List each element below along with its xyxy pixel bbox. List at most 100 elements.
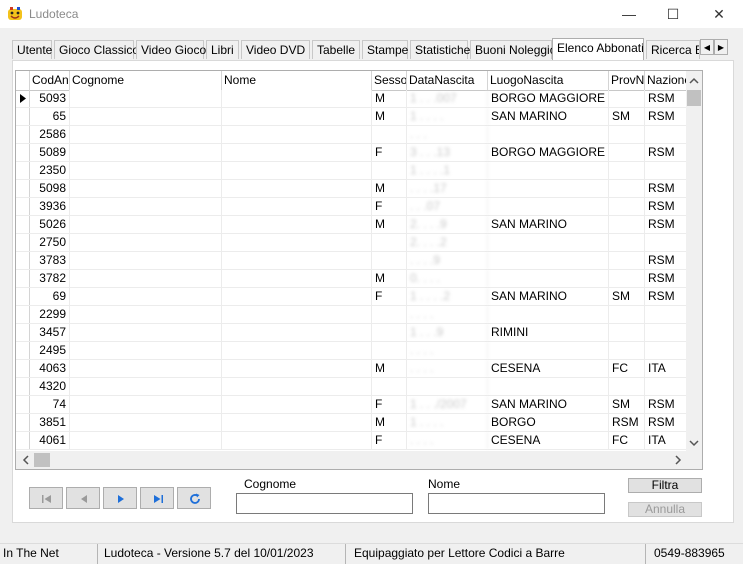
row-selector[interactable] (16, 270, 30, 287)
cell-provn[interactable] (609, 378, 645, 395)
header-codana[interactable]: CodAna (30, 71, 70, 90)
table-row[interactable]: 2495 . . . . (16, 342, 688, 360)
cell-cognome-redacted[interactable] (70, 360, 222, 377)
cell-cognome-redacted[interactable] (70, 432, 222, 449)
cell-codana[interactable]: 3783 (30, 252, 70, 269)
cell-provn[interactable]: FC (609, 432, 645, 449)
cell-nome-redacted[interactable] (222, 144, 372, 161)
tab-ricerca[interactable]: Ricerca E (646, 40, 700, 59)
cell-sesso[interactable]: M (372, 90, 407, 107)
table-row[interactable]: 65 M 1 . . . . SAN MARINO SM RSM (16, 108, 688, 126)
cell-nazione[interactable]: RSM (645, 216, 688, 233)
cell-nazione[interactable]: RSM (645, 180, 688, 197)
cell-codana[interactable]: 2495 (30, 342, 70, 359)
cell-datanascita[interactable]: 3 . . .13 (407, 144, 488, 161)
cell-datanascita[interactable]: . . . . (407, 306, 488, 323)
cell-luogonascita[interactable] (488, 270, 609, 287)
cell-nome-redacted[interactable] (222, 378, 372, 395)
row-selector[interactable] (16, 288, 30, 305)
tab-utente[interactable]: Utente (12, 40, 52, 59)
cell-provn[interactable] (609, 306, 645, 323)
cell-datanascita[interactable]: 1 . . . . (407, 414, 488, 431)
cell-provn[interactable]: RSM (609, 414, 645, 431)
row-selector[interactable] (16, 378, 30, 395)
cell-cognome-redacted[interactable] (70, 162, 222, 179)
cell-datanascita[interactable]: 1 . . ./2007 (407, 396, 488, 413)
header-datanascita[interactable]: DataNascita (407, 71, 488, 90)
cell-provn[interactable] (609, 90, 645, 107)
cell-nome-redacted[interactable] (222, 324, 372, 341)
subscribers-grid[interactable]: CodAna Cognome Nome Sesso DataNascita Lu… (15, 70, 703, 470)
cell-nome-redacted[interactable] (222, 360, 372, 377)
filtra-button[interactable]: Filtra (628, 478, 702, 493)
tab-libri[interactable]: Libri (206, 40, 239, 59)
cell-luogonascita[interactable] (488, 306, 609, 323)
cell-sesso[interactable]: F (372, 396, 407, 413)
cell-cognome-redacted[interactable] (70, 90, 222, 107)
cell-cognome-redacted[interactable] (70, 414, 222, 431)
row-selector[interactable] (16, 324, 30, 341)
cell-provn[interactable]: SM (609, 288, 645, 305)
cell-codana[interactable]: 65 (30, 108, 70, 125)
tab-elenco-abbonati[interactable]: Elenco Abbonati (552, 38, 644, 60)
tab-scroll-right-icon[interactable]: ▶ (714, 39, 728, 55)
cell-cognome-redacted[interactable] (70, 270, 222, 287)
cell-codana[interactable]: 5093 (30, 90, 70, 107)
cell-cognome-redacted[interactable] (70, 306, 222, 323)
row-selector[interactable] (16, 360, 30, 377)
cell-nome-redacted[interactable] (222, 252, 372, 269)
cell-luogonascita[interactable]: SAN MARINO (488, 396, 609, 413)
first-record-button[interactable] (29, 487, 63, 509)
tab-scroll-left-icon[interactable]: ◀ (700, 39, 714, 55)
vertical-scrollbar[interactable] (686, 71, 702, 451)
cell-luogonascita[interactable]: CESENA (488, 432, 609, 449)
row-selector[interactable] (16, 432, 30, 449)
tab-gioco-classico[interactable]: Gioco Classico (54, 40, 139, 59)
table-row[interactable]: 2299 . . . . (16, 306, 688, 324)
table-row[interactable]: 5089 F 3 . . .13 BORGO MAGGIORE RSM (16, 144, 688, 162)
cognome-input[interactable] (236, 493, 413, 514)
cell-nome-redacted[interactable] (222, 162, 372, 179)
cell-nome-redacted[interactable] (222, 306, 372, 323)
cell-sesso[interactable] (372, 162, 407, 179)
row-selector[interactable] (16, 414, 30, 431)
cell-datanascita[interactable]: 2. . . .2 (407, 234, 488, 251)
cell-luogonascita[interactable] (488, 198, 609, 215)
cell-codana[interactable]: 2586 (30, 126, 70, 143)
cell-sesso[interactable] (372, 252, 407, 269)
cell-luogonascita[interactable] (488, 378, 609, 395)
cell-sesso[interactable]: M (372, 360, 407, 377)
cell-codana[interactable]: 3936 (30, 198, 70, 215)
cell-datanascita[interactable] (407, 378, 488, 395)
cell-nazione[interactable]: RSM (645, 198, 688, 215)
table-row[interactable]: 5098 M. . . .17 RSM (16, 180, 688, 198)
cell-nome-redacted[interactable] (222, 396, 372, 413)
current-row-indicator-icon[interactable] (16, 90, 30, 107)
cell-datanascita[interactable]: 1 . . . . (407, 108, 488, 125)
cell-provn[interactable] (609, 342, 645, 359)
cell-codana[interactable]: 4320 (30, 378, 70, 395)
cell-nazione[interactable]: RSM (645, 396, 688, 413)
cell-nazione[interactable]: RSM (645, 270, 688, 287)
cell-cognome-redacted[interactable] (70, 180, 222, 197)
table-row[interactable]: 2750 2. . . .2 (16, 234, 688, 252)
scroll-left-icon[interactable] (18, 451, 34, 469)
tab-buoni-noleggio[interactable]: Buoni Noleggio (470, 40, 556, 59)
header-sesso[interactable]: Sesso (372, 71, 407, 90)
header-nazione[interactable]: Nazione (645, 71, 688, 90)
cell-cognome-redacted[interactable] (70, 342, 222, 359)
cell-sesso[interactable] (372, 342, 407, 359)
refresh-button[interactable] (177, 487, 211, 509)
table-row[interactable]: 3936 F. . .07 RSM (16, 198, 688, 216)
cell-sesso[interactable]: F (372, 198, 407, 215)
cell-codana[interactable]: 5089 (30, 144, 70, 161)
cell-provn[interactable]: SM (609, 396, 645, 413)
cell-codana[interactable]: 2750 (30, 234, 70, 251)
row-selector[interactable] (16, 162, 30, 179)
cell-nazione[interactable] (645, 306, 688, 323)
cell-datanascita[interactable]: 0. . . . (407, 270, 488, 287)
annulla-button[interactable]: Annulla (628, 502, 702, 517)
cell-provn[interactable] (609, 234, 645, 251)
cell-cognome-redacted[interactable] (70, 396, 222, 413)
cell-codana[interactable]: 3782 (30, 270, 70, 287)
